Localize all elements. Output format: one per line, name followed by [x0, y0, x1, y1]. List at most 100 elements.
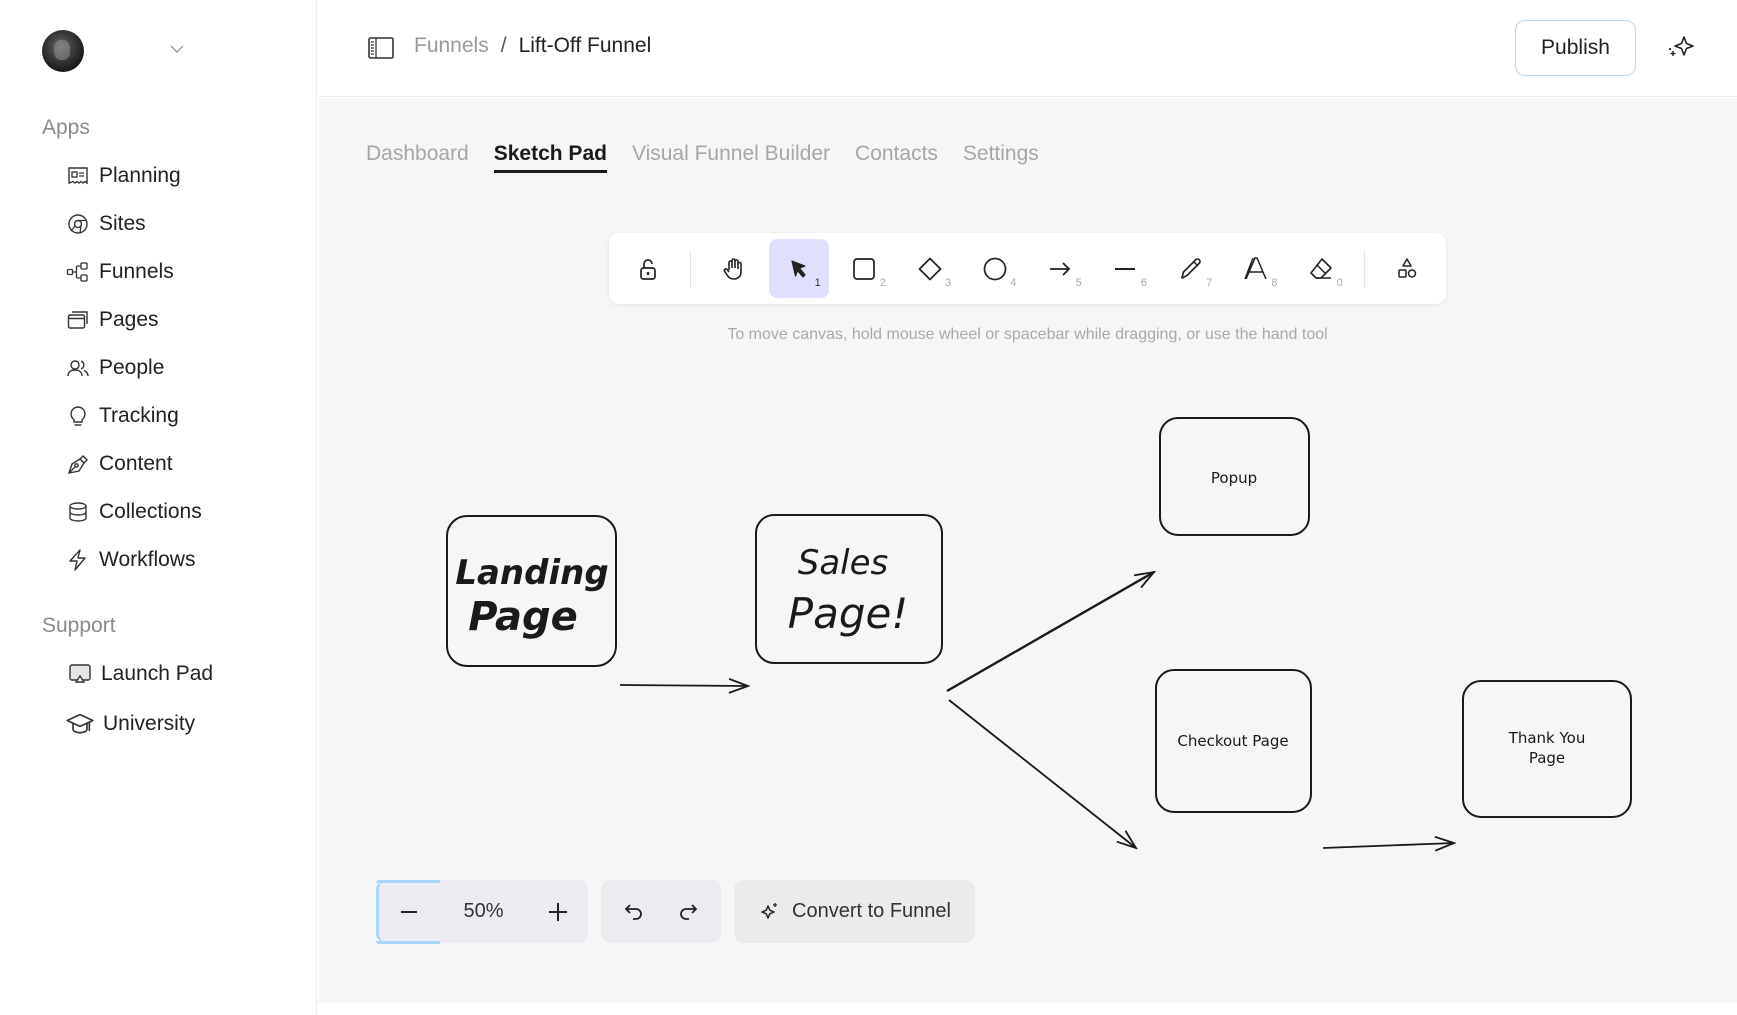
tab-settings[interactable]: Settings [963, 142, 1039, 173]
university-icon [66, 713, 94, 734]
text-icon [1244, 256, 1267, 279]
toolbar-divider [690, 249, 692, 288]
sidebar-item-label: Sites [99, 212, 146, 235]
sidebar-item-sites[interactable]: Sites [66, 207, 146, 241]
tab-visual-funnel-builder[interactable]: Visual Funnel Builder [632, 142, 830, 173]
node-landing-page[interactable]: Landing Page [446, 515, 617, 667]
pencil-tool[interactable]: 7 [1161, 239, 1220, 298]
redo-button[interactable] [668, 892, 708, 932]
sidebar-item-launch-pad[interactable]: Launch Pad [68, 657, 213, 691]
tab-dashboard[interactable]: Dashboard [366, 142, 469, 173]
node-thank-you-page[interactable]: Thank You Page [1462, 680, 1632, 818]
node-popup[interactable]: Popup [1159, 417, 1310, 536]
shortcut-key: 2 [879, 277, 886, 289]
shapes-icon [1398, 257, 1417, 278]
sidebar-item-university[interactable]: University [66, 707, 195, 741]
zoom-in-button[interactable] [538, 892, 578, 932]
sidebar-item-people[interactable]: People [66, 351, 164, 385]
chevron-down-icon[interactable] [170, 42, 184, 56]
drawing-toolbar: 1 2 3 4 5 6 7 8 0 [609, 233, 1446, 304]
apps-section-label: Apps [42, 116, 90, 139]
sidebar-item-label: Tracking [99, 404, 179, 427]
eraser-icon [1310, 257, 1332, 279]
sidebar-item-label: University [103, 712, 196, 735]
zoom-level[interactable]: 50% [463, 900, 503, 923]
shortcut-key: 7 [1206, 277, 1213, 289]
avatar[interactable] [42, 30, 84, 72]
node-label: Landing [455, 553, 608, 593]
edge-sales-to-popup[interactable] [946, 572, 1154, 693]
canvas-controls: 50% Convert to Funnel [376, 880, 975, 944]
breadcrumb-current: Lift-Off Funnel [518, 34, 652, 57]
eraser-tool[interactable]: 0 [1291, 239, 1350, 298]
main-content: Dashboard Sketch Pad Visual Funnel Build… [318, 98, 1737, 1003]
sidebar-item-label: Content [99, 452, 173, 475]
collections-icon [69, 502, 87, 522]
support-section-label: Support [42, 614, 116, 637]
edge-sales-to-checkout[interactable] [948, 699, 1136, 848]
convert-to-funnel-button[interactable]: Convert to Funnel [734, 880, 975, 943]
sketch-canvas[interactable]: Landing Page Sales Page! Popup Checkout … [318, 338, 1737, 898]
content-icon [67, 455, 88, 474]
shortcut-key: 1 [814, 277, 821, 289]
shapes-library-tool[interactable] [1378, 239, 1437, 298]
sidebar-item-label: Launch Pad [101, 662, 214, 685]
canvas-drawing[interactable]: Landing Page Sales Page! Popup Checkout … [318, 338, 1737, 898]
sidebar-item-label: People [99, 356, 165, 379]
node-checkout-page[interactable]: Checkout Page [1155, 669, 1312, 813]
account-switcher[interactable] [42, 30, 262, 72]
planning-icon [68, 167, 88, 185]
tab-contacts[interactable]: Contacts [855, 142, 938, 173]
line-tool[interactable]: 6 [1096, 239, 1155, 298]
sidebar-item-collections[interactable]: Collections [66, 495, 202, 529]
tracking-icon [70, 406, 86, 426]
zoom-controls: 50% [376, 880, 588, 944]
sidebar-item-tracking[interactable]: Tracking [66, 399, 179, 433]
sidebar-item-funnels[interactable]: Funnels [66, 255, 174, 289]
node-label: Page [468, 594, 578, 640]
sidebar: Apps Planning Sites Funnels Pages People… [0, 0, 317, 1015]
line-icon [1115, 267, 1136, 270]
zoom-out-button[interactable] [389, 892, 429, 932]
workflows-icon [69, 549, 86, 571]
breadcrumb: Funnels / Lift-Off Funnel [414, 34, 651, 58]
hand-icon [723, 257, 742, 280]
undo-button[interactable] [614, 892, 654, 932]
rectangle-tool[interactable]: 2 [835, 239, 894, 298]
node-label: Page [1529, 749, 1565, 767]
publish-button[interactable]: Publish [1515, 20, 1636, 76]
sidebar-toggle-icon[interactable] [368, 36, 394, 60]
ellipse-tool[interactable]: 4 [965, 239, 1024, 298]
people-icon [67, 360, 89, 377]
select-tool[interactable]: 1 [769, 239, 829, 298]
sidebar-item-content[interactable]: Content [66, 447, 173, 481]
lock-tool[interactable] [618, 239, 677, 298]
sidebar-item-label: Funnels [99, 260, 174, 283]
cursor-icon [791, 259, 806, 278]
diamond-tool[interactable]: 3 [900, 239, 959, 298]
sidebar-item-pages[interactable]: Pages [66, 303, 159, 337]
text-tool[interactable]: 8 [1226, 239, 1285, 298]
node-sales-page[interactable]: Sales Page! [755, 514, 943, 664]
sites-icon [68, 214, 88, 234]
edge-landing-to-sales[interactable] [619, 685, 748, 686]
hand-tool[interactable] [704, 239, 763, 298]
shortcut-key: 8 [1271, 277, 1278, 289]
breadcrumb-funnels-link[interactable]: Funnels [414, 34, 489, 58]
sidebar-item-label: Collections [99, 500, 202, 523]
arrow-tool[interactable]: 5 [1030, 239, 1089, 298]
node-label: Page! [788, 589, 908, 638]
tab-sketch-pad[interactable]: Sketch Pad [493, 142, 607, 173]
shortcut-key: 5 [1075, 277, 1082, 289]
sidebar-item-planning[interactable]: Planning [66, 159, 181, 193]
sidebar-item-label: Planning [99, 164, 181, 187]
pencil-icon [1180, 257, 1201, 279]
node-label: Checkout Page [1177, 732, 1288, 750]
ai-sparkle-icon[interactable] [1667, 34, 1695, 62]
funnels-icon [66, 262, 88, 282]
edge-checkout-to-thankyou[interactable] [1322, 843, 1454, 848]
sidebar-item-workflows[interactable]: Workflows [66, 543, 195, 577]
node-label: Thank You [1508, 729, 1586, 747]
redo-icon [679, 903, 697, 920]
diamond-icon [918, 257, 941, 280]
